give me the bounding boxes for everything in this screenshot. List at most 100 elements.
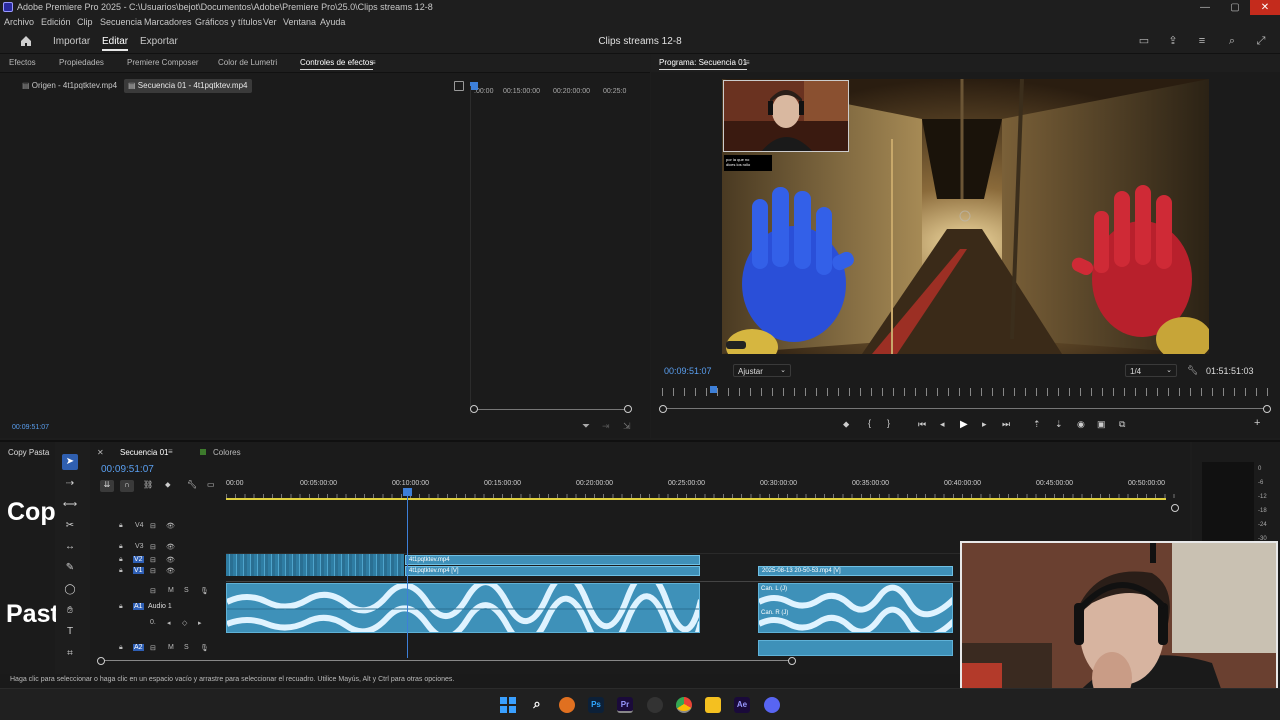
selection-tool-icon[interactable]: ➤	[62, 454, 78, 470]
program-zoom-bar[interactable]	[666, 408, 1264, 409]
add-button-icon[interactable]: +	[1254, 417, 1260, 429]
show-hide-timeline-icon[interactable]	[454, 81, 464, 91]
menu-edicion[interactable]: Edición	[41, 17, 71, 27]
eye-icon[interactable]: 👁︎	[166, 567, 175, 575]
tab-menu-icon[interactable]: ≡	[371, 58, 376, 67]
filter-icon[interactable]: ⏷	[582, 421, 590, 432]
timeline-wrench-icon[interactable]: 🔧︎	[187, 480, 197, 489]
timeline-zoom-handle-left[interactable]	[97, 657, 105, 665]
razor-icon[interactable]: ✂	[62, 518, 78, 534]
track-v2-label[interactable]: V2	[133, 556, 144, 563]
panel-layout-icon[interactable]: ▭	[1138, 35, 1150, 47]
lock-icon[interactable]: 🔒︎	[119, 644, 123, 652]
menu-ver[interactable]: Ver	[263, 17, 277, 27]
mute-button[interactable]: M	[168, 644, 174, 651]
sync-lock-icon[interactable]: ⊟	[150, 644, 156, 652]
windows-start-icon[interactable]	[500, 697, 516, 713]
blender-icon[interactable]	[559, 697, 575, 713]
track-a2-label[interactable]: A2	[133, 644, 144, 651]
prev-keyframe-icon[interactable]: ◂	[167, 619, 171, 627]
tab-secuencia[interactable]: Secuencia 01	[120, 448, 168, 457]
v1-clip-2[interactable]: 2025-08-13 20-50-53.mp4 [V]	[758, 566, 953, 576]
mic-icon[interactable]: 🎙︎	[200, 644, 209, 652]
menu-graficos[interactable]: Gráficos y títulos	[195, 17, 262, 27]
a2-clip[interactable]	[758, 640, 953, 656]
step-forward-icon[interactable]: ▸	[982, 419, 987, 430]
tab-controles-efectos[interactable]: Controles de efectos	[300, 58, 374, 70]
close-icon[interactable]: ✕	[97, 448, 104, 457]
app-icon[interactable]	[647, 697, 663, 713]
after-effects-icon[interactable]: Ae	[734, 697, 750, 713]
ec-playhead[interactable]	[470, 82, 478, 90]
maximize-button[interactable]: ▢	[1220, 0, 1250, 15]
menu-marcadores[interactable]: Marcadores	[144, 17, 192, 27]
extract-icon[interactable]: ⇣	[1055, 419, 1063, 430]
search-icon[interactable]: ⌕	[529, 697, 545, 713]
go-to-out-icon[interactable]: ⏭	[1002, 419, 1010, 430]
tab-efectos[interactable]: Efectos	[9, 58, 36, 67]
copy-big-text[interactable]: Cop	[7, 498, 56, 527]
mark-out-icon[interactable]: }	[887, 418, 890, 428]
ec-zoom-handle-left[interactable]	[470, 405, 478, 413]
captions-icon[interactable]: ▭	[207, 480, 215, 489]
lock-icon[interactable]: 🔒︎	[119, 556, 123, 564]
timeline-zoom-bar[interactable]	[104, 660, 794, 661]
ec-timecode[interactable]: 00:09:51:07	[12, 424, 49, 431]
sync-lock-icon[interactable]: ⊟	[150, 567, 156, 575]
fullscreen-icon[interactable]: ⤢	[1255, 35, 1267, 47]
file-explorer-icon[interactable]	[705, 697, 721, 713]
solo-button[interactable]: S	[184, 644, 189, 651]
eye-icon[interactable]: 👁︎	[166, 522, 175, 530]
ec-zoom-bar[interactable]	[474, 409, 628, 410]
paste-big-text[interactable]: Past	[6, 600, 59, 629]
timeline-timecode[interactable]: 00:09:51:07	[101, 464, 154, 475]
mark-in-icon[interactable]: {	[868, 418, 871, 428]
sync-lock-icon[interactable]: ⊟	[150, 522, 156, 530]
caption-icon[interactable]: ⌗	[62, 646, 78, 662]
step-back-icon[interactable]: ◂	[940, 419, 945, 430]
track-a1-label[interactable]: A1	[133, 603, 144, 610]
comparison-icon[interactable]: ▣	[1097, 419, 1106, 430]
program-playhead[interactable]	[710, 386, 717, 393]
program-zoom-handle-left[interactable]	[659, 405, 667, 413]
close-button[interactable]: ✕	[1250, 0, 1280, 15]
sync-lock-icon[interactable]: ⊟	[150, 587, 156, 595]
linked-selection-icon[interactable]: ⛓︎	[143, 480, 153, 489]
sync-lock-icon[interactable]: ⊟	[150, 556, 156, 564]
mute-button[interactable]: M	[168, 587, 174, 594]
play-icon[interactable]: ▶	[960, 419, 968, 430]
program-video-frame[interactable]: por la que no dices los rollo	[722, 79, 1209, 354]
a1-clip-2[interactable]: Can. L (J) Can. R (J)	[758, 583, 953, 633]
eye-icon[interactable]: 👁︎	[166, 556, 175, 564]
slip-icon[interactable]: ↔	[62, 539, 78, 555]
program-ruler[interactable]	[662, 388, 1268, 396]
solo-button[interactable]: S	[184, 587, 189, 594]
resolution-dropdown[interactable]: 1/4 ⌄	[1125, 364, 1177, 377]
menu-ayuda[interactable]: Ayuda	[320, 17, 345, 27]
menu-icon[interactable]: ≡	[1196, 35, 1208, 47]
menu-ventana[interactable]: Ventana	[283, 17, 316, 27]
timeline-zoom-handle-right[interactable]	[788, 657, 796, 665]
lock-icon[interactable]: 🔒︎	[119, 522, 123, 530]
tab-premiere-composer[interactable]: Premiere Composer	[127, 58, 199, 67]
pen-icon[interactable]: ✎	[62, 560, 78, 576]
snap-icon[interactable]: ∩	[120, 480, 134, 492]
vertical-zoom-handle[interactable]	[1171, 504, 1179, 512]
effect-controls-ruler[interactable]: :00:00 00:15:00:00 00:20:00:00 00:25:0	[470, 80, 640, 100]
search-icon[interactable]: ⌕	[1226, 35, 1238, 47]
lock-icon[interactable]: 🔒︎	[119, 567, 123, 575]
next-keyframe-icon[interactable]: ▸	[198, 619, 202, 627]
premiere-icon[interactable]: Pr	[617, 697, 633, 713]
jump-icon[interactable]: ⇥	[602, 421, 610, 432]
photoshop-icon[interactable]: Ps	[588, 697, 604, 713]
chrome-icon[interactable]	[676, 697, 692, 713]
v2-clip[interactable]: 4t1pqtktev.mp4	[405, 555, 700, 565]
lock-icon[interactable]: 🔒︎	[119, 543, 123, 551]
type-icon[interactable]: T	[62, 624, 78, 640]
copy-pasta-title[interactable]: Copy Pasta	[8, 448, 49, 457]
vr-icon[interactable]: ⧉	[1119, 419, 1125, 430]
timeline-playhead[interactable]	[407, 490, 409, 658]
tab-colores[interactable]: Colores	[213, 448, 241, 457]
a1-clip[interactable]	[226, 583, 700, 633]
menu-secuencia[interactable]: Secuencia	[100, 17, 142, 27]
